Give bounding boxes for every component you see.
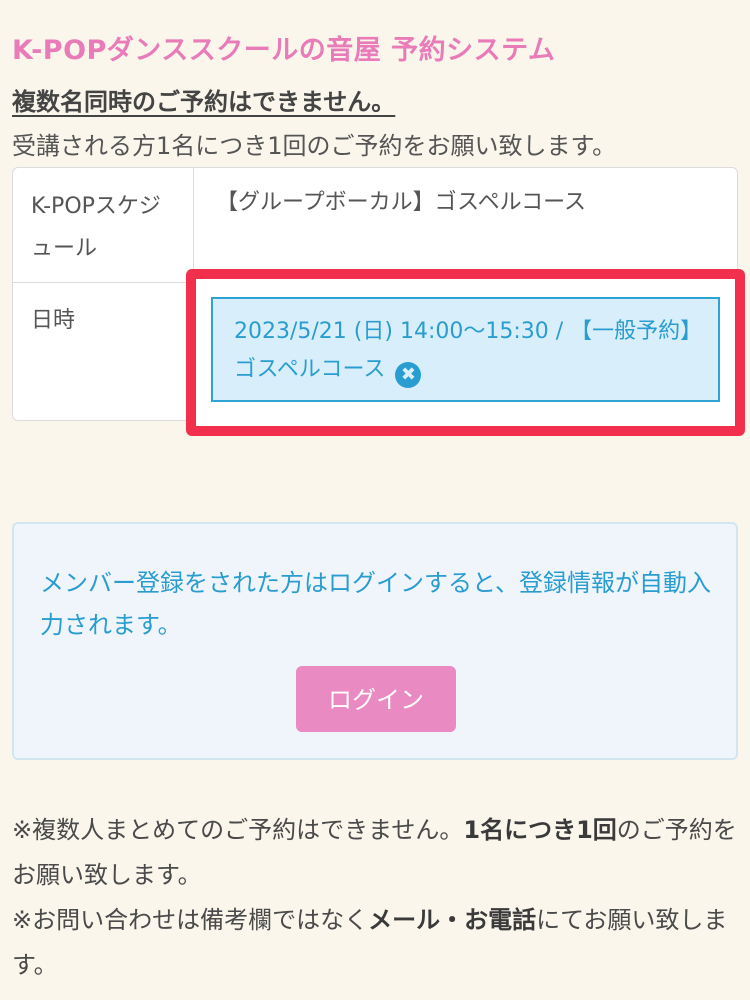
footer-note-1-prefix: ※複数人まとめてのご予約はできません。 [12,816,464,844]
footer-note-2-bold: メール・お電話 [368,906,537,934]
footer-note-2: ※お問い合わせは備考欄ではなくメール・お電話にてお願い致します。 [12,898,742,988]
datetime-label: 日時 [13,282,194,420]
notice-subtext: 受講される方1名につき1回のご予約をお願い致します。 [12,132,617,160]
schedule-row: K-POPスケジュール 【グループボーカル】ゴスペルコース [13,168,737,283]
login-message: メンバー登録をされた方はログインすると、登録情報が自動入力されます。 [40,569,712,639]
selected-timeslot: 2023/5/21 (日) 14:00～15:30 / 【一般予約】ゴスペルコー… [211,297,720,402]
footer-notes: ※複数人まとめてのご予約はできません。1名につき1回のご予約をお願い致します。 … [12,808,742,988]
footer-note-1-bold: 1名につき1回 [463,816,617,844]
footer-note-2-prefix: ※お問い合わせは備考欄ではなく [12,906,369,934]
schedule-label: K-POPスケジュール [13,168,194,282]
page-title: K-POPダンススクールの音屋 予約システム [12,35,556,66]
remove-selection-icon[interactable]: ✖ [395,362,422,388]
footer-note-1: ※複数人まとめてのご予約はできません。1名につき1回のご予約をお願い致します。 [12,808,742,898]
notice-heading: 複数名同時のご予約はできません。 [12,88,396,116]
login-button[interactable]: ログイン [296,666,456,732]
login-panel: メンバー登録をされた方はログインすると、登録情報が自動入力されます。 ログイン [12,522,738,760]
selected-timeslot-text: 2023/5/21 (日) 14:00～15:30 / 【一般予約】ゴスペルコー… [234,319,692,382]
schedule-value: 【グループボーカル】ゴスペルコース [216,190,587,215]
